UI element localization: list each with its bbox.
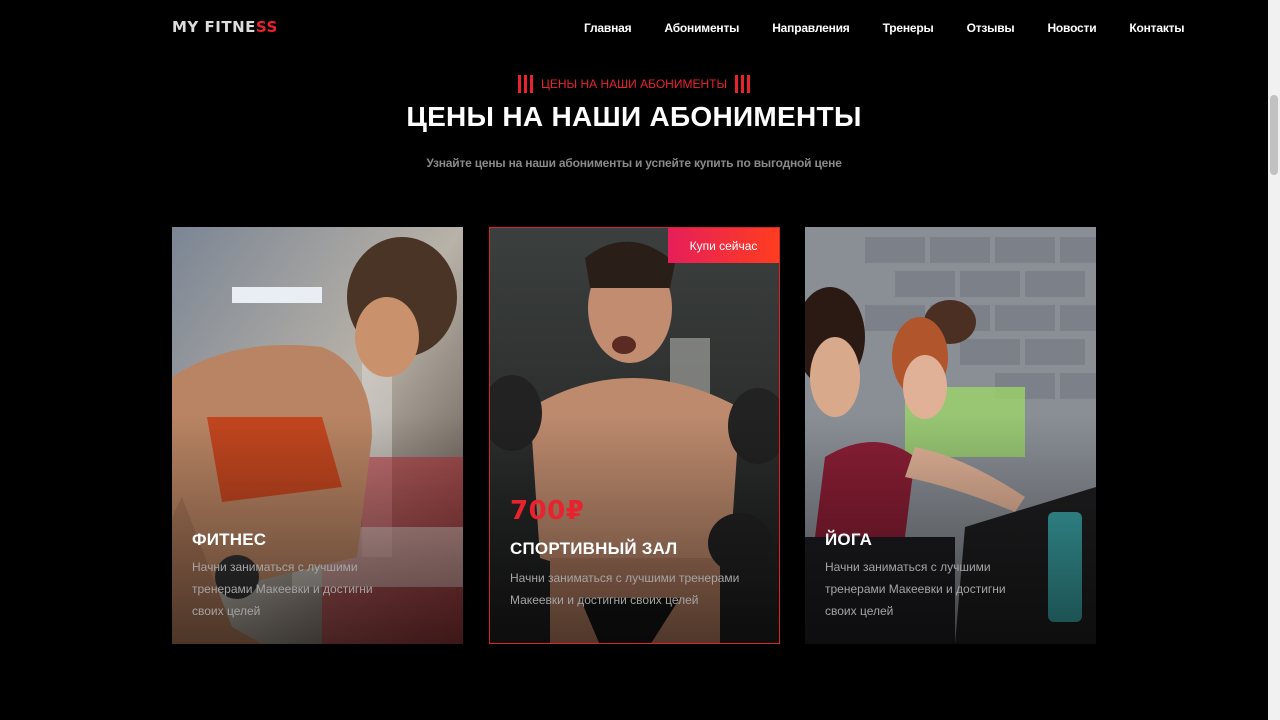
pricing-card-yoga[interactable]: ЙОГА Начни заниматься с лучшими тренерам… (805, 227, 1096, 644)
card-title: ФИТНЕС (192, 530, 267, 549)
logo-accent: SS (255, 18, 278, 36)
nav-link-trainers[interactable]: Тренеры (883, 20, 934, 36)
buy-now-button[interactable]: Купи сейчас (668, 228, 779, 263)
nav-link-home[interactable]: Главная (584, 20, 632, 36)
card-title: СПОРТИВНЫЙ ЗАЛ (510, 539, 678, 558)
nav-link-reviews[interactable]: Отзывы (967, 20, 1015, 36)
nav-link-subscriptions[interactable]: Абонименты (664, 20, 739, 36)
main-nav: Главная Абонименты Направления Тренеры О… (584, 20, 1217, 36)
bars-decoration-left (517, 75, 533, 93)
card-description: Начни заниматься с лучшими тренерами Мак… (510, 571, 740, 607)
card-description: Начни заниматься с лучшими тренерами Мак… (192, 560, 373, 618)
card-title: ЙОГА (825, 530, 873, 549)
page-scrollbar[interactable] (1268, 0, 1280, 720)
pricing-card-gym[interactable]: Купи сейчас 700₽ СПОРТИВНЫЙ ЗАЛ Начни за… (489, 227, 780, 644)
card-description: Начни заниматься с лучшими тренерами Мак… (825, 560, 1006, 618)
section-title: ЦЕНЫ НА НАШИ АБОНИМЕНТЫ (406, 101, 862, 132)
card-price: 700₽ (510, 496, 585, 526)
site-logo[interactable]: MY FITNESS (172, 18, 278, 36)
nav-link-contacts[interactable]: Контакты (1129, 20, 1184, 36)
section-description: Узнайте цены на наши абонименты и успейт… (426, 156, 842, 170)
nav-link-directions[interactable]: Направления (772, 20, 850, 36)
section-subtitle-text: ЦЕНЫ НА НАШИ АБОНИМЕНТЫ (540, 77, 728, 91)
section-subtitle: ЦЕНЫ НА НАШИ АБОНИМЕНТЫ (0, 75, 1268, 93)
nav-link-news[interactable]: Новости (1047, 20, 1096, 36)
pricing-card-fitness[interactable]: ФИТНЕС Начни заниматься с лучшими тренер… (172, 227, 463, 644)
scrollbar-thumb[interactable] (1270, 95, 1278, 175)
bars-decoration-right (735, 75, 751, 93)
logo-text: MY FITNE (172, 18, 256, 36)
